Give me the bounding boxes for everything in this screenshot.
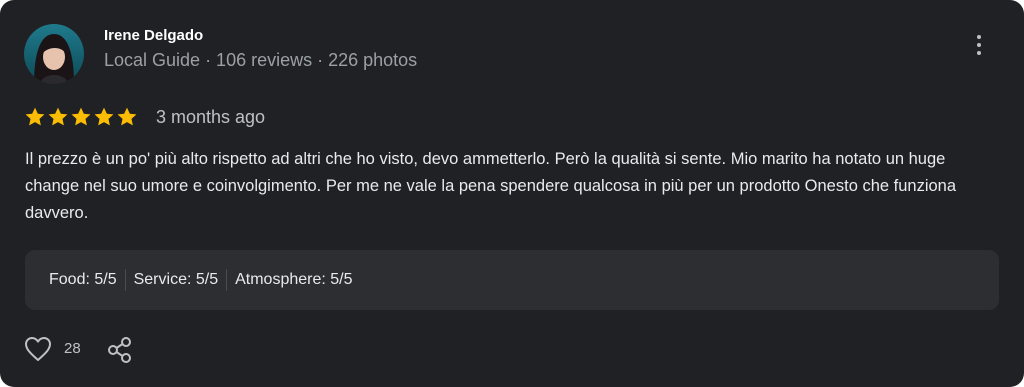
star-rating: [24, 106, 138, 128]
review-card: Irene Delgado Local Guide · 106 reviews …: [0, 0, 1024, 387]
more-vertical-icon: [977, 35, 981, 39]
share-icon: [108, 337, 131, 363]
divider: [124, 269, 126, 291]
reviewer-name[interactable]: Irene Delgado: [104, 27, 203, 44]
sub-ratings-panel: Food: 5/5 Service: 5/5 Atmosphere: 5/5: [25, 250, 999, 310]
reviewer-meta: Local Guide · 106 reviews · 226 photos: [104, 50, 418, 70]
star-icon: [24, 106, 46, 128]
more-options-button[interactable]: [966, 30, 992, 60]
heart-icon: [25, 337, 51, 361]
like-count: 28: [64, 340, 81, 357]
like-button[interactable]: [24, 336, 52, 367]
food-rating: Food: 5/5: [49, 271, 117, 288]
service-rating: Service: 5/5: [133, 271, 219, 288]
review-age: 3 months ago: [156, 107, 266, 127]
star-icon: [47, 106, 69, 128]
star-icon: [116, 106, 138, 128]
avatar[interactable]: [24, 24, 84, 84]
divider: [226, 269, 228, 291]
share-button[interactable]: [106, 336, 134, 369]
review-text: Il prezzo è un po' più alto rispetto ad …: [25, 150, 957, 222]
star-icon: [70, 106, 92, 128]
atmosphere-rating: Atmosphere: 5/5: [235, 271, 353, 288]
star-icon: [93, 106, 115, 128]
